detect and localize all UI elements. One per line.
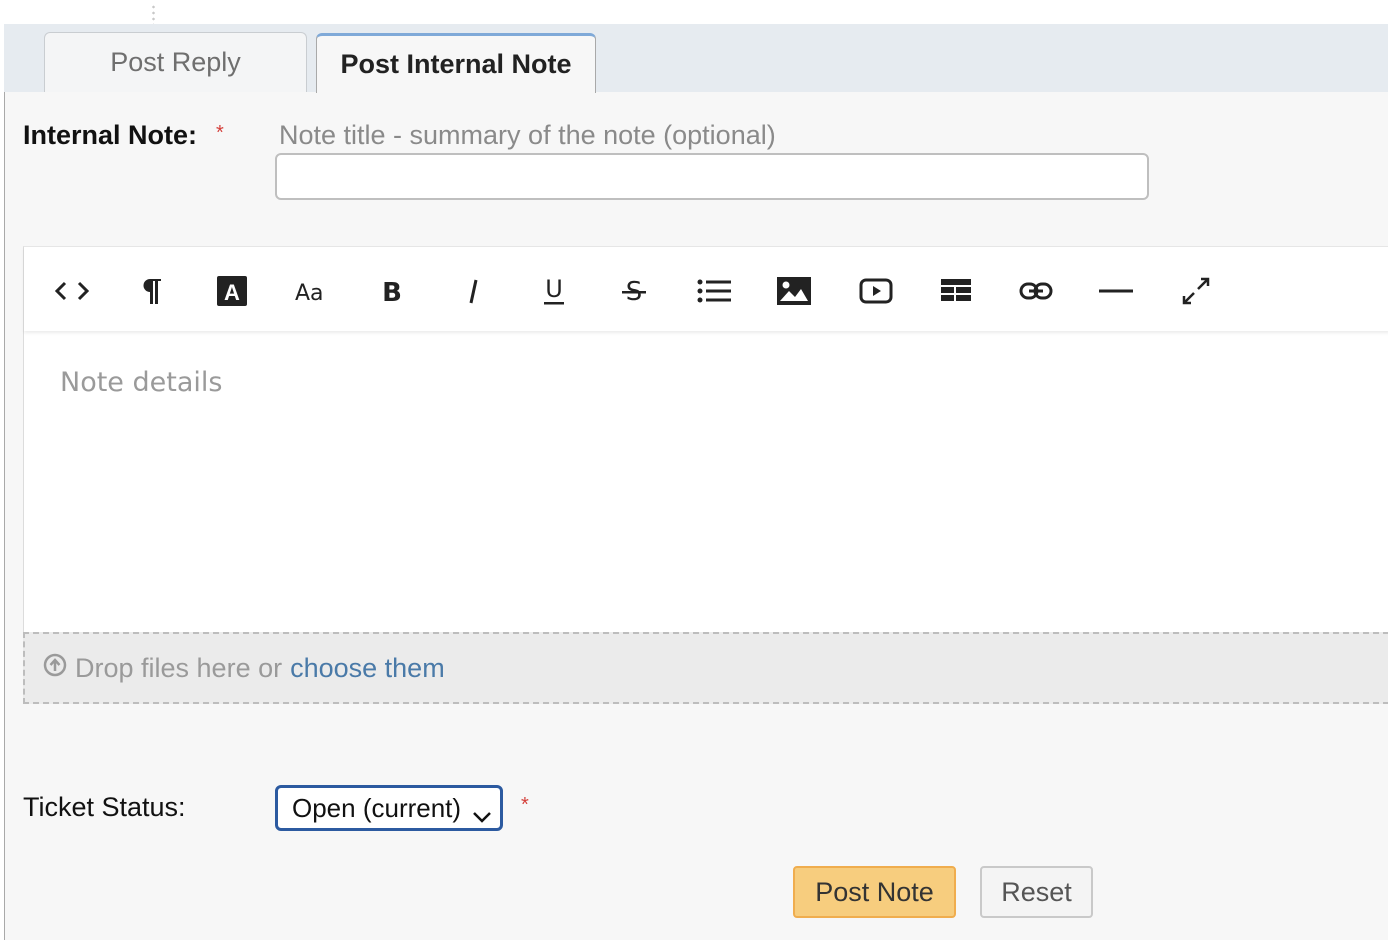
font-size-icon[interactable]: Aa — [290, 269, 334, 313]
editor-toolbar: A Aa B U S — [24, 247, 1388, 331]
video-icon[interactable] — [854, 269, 898, 313]
tab-bar: Post Reply Post Internal Note — [4, 24, 1388, 93]
underline-icon[interactable]: U — [532, 269, 576, 313]
reset-button[interactable]: Reset — [980, 866, 1093, 918]
note-title-hint: Note title - summary of the note (option… — [279, 120, 776, 150]
ticket-status-value: Open (current) — [292, 792, 462, 823]
fullscreen-icon[interactable] — [1174, 269, 1218, 313]
internal-note-label: Internal Note: — [23, 120, 198, 150]
font-color-icon[interactable]: A — [210, 269, 254, 313]
tab-post-internal-note[interactable]: Post Internal Note — [316, 33, 596, 93]
resize-handle-dots[interactable] — [152, 4, 155, 24]
horizontal-rule-icon[interactable] — [1094, 269, 1138, 313]
italic-icon[interactable] — [452, 269, 496, 313]
ticket-status-select[interactable]: Open (current) — [275, 785, 503, 831]
choose-files-link[interactable]: choose them — [290, 653, 445, 684]
code-view-icon[interactable] — [50, 269, 94, 313]
bold-glyph: B — [382, 278, 402, 305]
ticket-status-label: Ticket Status: — [23, 792, 186, 822]
required-mark: * — [216, 122, 224, 144]
upload-icon — [43, 653, 67, 684]
bold-icon[interactable]: B — [370, 269, 414, 313]
post-note-button[interactable]: Post Note — [793, 866, 956, 918]
unordered-list-icon[interactable] — [692, 269, 736, 313]
font-color-glyph: A — [224, 280, 240, 305]
paragraph-icon[interactable] — [130, 269, 174, 313]
font-size-glyph: Aa — [295, 281, 324, 304]
image-icon[interactable] — [772, 269, 816, 313]
file-dropzone[interactable]: Drop files here or choose them — [23, 632, 1388, 704]
tab-post-reply[interactable]: Post Reply — [44, 32, 307, 92]
table-icon[interactable] — [934, 269, 978, 313]
dropzone-text: Drop files here or — [75, 652, 283, 683]
strikethrough-icon[interactable]: S — [612, 269, 656, 313]
status-required-mark: * — [521, 794, 529, 816]
note-panel: Internal Note: * Note title - summary of… — [4, 92, 1388, 940]
underline-glyph: U — [545, 275, 563, 303]
rich-text-editor: A Aa B U S Note details — [23, 246, 1388, 633]
note-title-input[interactable] — [275, 153, 1149, 200]
link-icon[interactable] — [1014, 269, 1058, 313]
chevron-down-icon — [472, 800, 492, 831]
note-details-editor[interactable]: Note details — [60, 367, 222, 398]
